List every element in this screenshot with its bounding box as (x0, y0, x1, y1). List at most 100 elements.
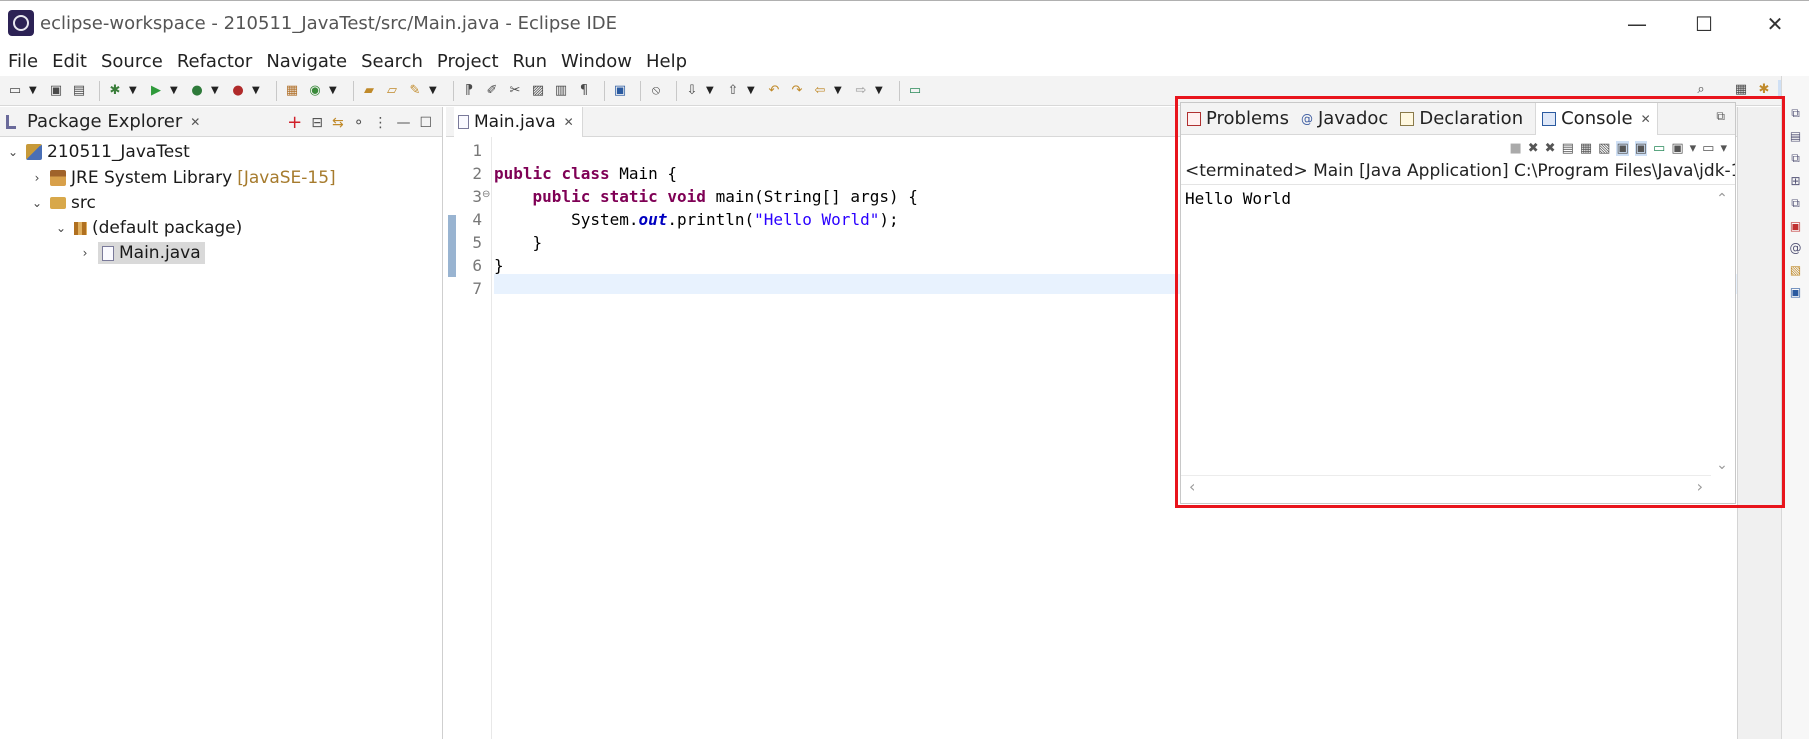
new-dropdown-icon[interactable]: ▼ (29, 85, 39, 96)
show-whitespace-icon[interactable]: ¶ (575, 82, 593, 100)
view-menu-icon[interactable]: ⋮ (373, 115, 387, 131)
external-tools-icon[interactable]: ● (229, 82, 247, 100)
save-all-icon[interactable]: ▤ (70, 82, 88, 100)
new-java-package-icon[interactable]: ▦ (283, 82, 301, 100)
search-icon[interactable]: ⌕ (1692, 80, 1710, 98)
hierarchy-icon[interactable]: ⊞ (1790, 174, 1800, 188)
scroll-lock-icon[interactable]: ▦ (1580, 141, 1592, 156)
pin-editor-icon[interactable]: ▭ (906, 82, 924, 100)
close-icon[interactable]: ✕ (1641, 112, 1651, 126)
menu-run[interactable]: Run (513, 51, 548, 72)
coverage-icon[interactable]: ● (188, 82, 206, 100)
pin-console-icon[interactable]: ▭ (1653, 141, 1665, 156)
chevron-down-icon[interactable]: ⌄ (6, 145, 20, 159)
collapse-all-icon[interactable]: ⊟ (311, 115, 323, 131)
chevron-down-icon[interactable]: ⌄ (30, 196, 44, 210)
tree-item-project[interactable]: ⌄ 210511_JavaTest (6, 140, 190, 164)
open-perspective-icon[interactable]: ▦ (1732, 80, 1750, 98)
tree-item-main-java[interactable]: › Main.java (78, 241, 205, 265)
menu-refactor[interactable]: Refactor (177, 51, 253, 72)
outline-icon[interactable]: ▤ (1790, 129, 1801, 143)
clear-console-icon[interactable]: ▤ (1562, 141, 1574, 156)
menu-project[interactable]: Project (437, 51, 499, 72)
code-line-4[interactable]: System.out.println("Hello World"); (494, 210, 899, 230)
prev-annotation-icon[interactable]: ⇧ (724, 82, 742, 100)
menu-navigate[interactable]: Navigate (266, 51, 347, 72)
last-edit-icon[interactable]: ↶ (765, 82, 783, 100)
coverage-dropdown-icon[interactable]: ▼ (211, 85, 221, 96)
run-dropdown-icon[interactable]: ▼ (170, 85, 180, 96)
chevron-right-icon[interactable]: › (30, 171, 44, 185)
menu-help[interactable]: Help (646, 51, 687, 72)
editor-tab-main-java[interactable]: Main.java ✕ (454, 106, 583, 137)
prev-annotation-dropdown-icon[interactable]: ▼ (747, 85, 757, 96)
skip-breakpoints-icon[interactable]: ⦸ (647, 82, 665, 100)
tab-javadoc[interactable]: @ Javadoc (1301, 103, 1388, 135)
selected-file[interactable]: Main.java (98, 242, 205, 264)
task-dropdown-icon[interactable]: ▼ (429, 85, 439, 96)
show-on-stderr-icon[interactable]: ▣ (1634, 140, 1648, 156)
edit-icon[interactable]: ✐ (483, 82, 501, 100)
fold-icon[interactable]: ⊖ (482, 189, 490, 200)
maximize-button[interactable]: ☐ (1684, 9, 1724, 39)
forward-dropdown-icon[interactable]: ▼ (875, 85, 885, 96)
debug-dropdown-icon[interactable]: ▼ (129, 85, 139, 96)
presentation-icon[interactable]: ▣ (611, 82, 629, 100)
tab-console[interactable]: Console ✕ (1535, 102, 1658, 135)
remove-all-icon[interactable]: ✖ (1545, 141, 1556, 156)
terminate-icon[interactable]: ■ (1509, 141, 1521, 156)
remove-launch-icon[interactable]: ✖ (1528, 141, 1539, 156)
back-dropdown-icon[interactable]: ▼ (834, 85, 844, 96)
chevron-down-icon[interactable]: ⌄ (54, 221, 68, 235)
menu-edit[interactable]: Edit (52, 51, 87, 72)
display-console-icon[interactable]: ▣ (1671, 141, 1683, 156)
brush-icon[interactable]: ✂ (506, 82, 524, 100)
code-line-6[interactable]: } (494, 256, 504, 276)
horizontal-scrollbar[interactable]: ‹ › (1181, 475, 1711, 497)
menu-source[interactable]: Source (101, 51, 163, 72)
new-java-class-icon[interactable]: ◉ (306, 82, 324, 100)
filter-icon[interactable]: ⚬ (353, 115, 365, 131)
close-icon[interactable]: ✕ (190, 115, 200, 129)
package-explorer-tab[interactable]: Package Explorer ✕ + ⊟ ⇆ ⚬ ⋮ — ☐ (0, 107, 442, 137)
new-class-dropdown-icon[interactable]: ▼ (329, 85, 339, 96)
run-icon[interactable]: ▶ (147, 82, 165, 100)
show-on-stdout-icon[interactable]: ▣ (1616, 140, 1629, 156)
chevron-down-icon[interactable]: ▾ (1690, 141, 1697, 156)
chevron-left-icon[interactable]: ‹ (1189, 477, 1195, 496)
next-edit-icon[interactable]: ↷ (788, 82, 806, 100)
chevron-up-icon[interactable]: ⌃ (1716, 191, 1728, 207)
close-icon[interactable]: ✕ (564, 115, 574, 129)
close-button[interactable]: ✕ (1755, 9, 1795, 39)
declaration-icon[interactable]: ▧ (1790, 263, 1801, 277)
debug-perspective-icon[interactable]: ✱ (1755, 80, 1773, 98)
open-type-icon[interactable]: ▰ (360, 82, 378, 100)
link-with-editor-icon[interactable]: ⇆ (332, 115, 344, 131)
back-icon[interactable]: ⇦ (811, 82, 829, 100)
tab-declaration[interactable]: Declaration (1400, 103, 1523, 135)
chevron-right-icon[interactable]: › (1697, 477, 1703, 496)
maximize-icon[interactable]: ☐ (419, 115, 432, 131)
chevron-down-icon[interactable]: ▾ (1720, 141, 1727, 156)
word-wrap-icon[interactable]: ▧ (1598, 141, 1610, 156)
problems-icon[interactable]: ▣ (1790, 219, 1801, 233)
code-line-5[interactable]: } (494, 233, 543, 253)
code-line-2[interactable]: public class Main { (494, 164, 677, 184)
minimize-icon[interactable]: — (396, 115, 410, 131)
forward-icon[interactable]: ⇨ (852, 82, 870, 100)
restore-icon[interactable]: ⧉ (1791, 106, 1800, 121)
tab-problems[interactable]: Problems (1187, 103, 1289, 135)
code-line-3[interactable]: public static void main(String[] args) { (494, 187, 918, 207)
chevron-down-icon[interactable]: ⌄ (1716, 457, 1728, 473)
word-wrap-icon[interactable]: ▥ (552, 82, 570, 100)
restore-icon[interactable]: ⧉ (1791, 196, 1800, 211)
restore-icon[interactable]: ⧉ (1791, 151, 1800, 166)
chevron-right-icon[interactable]: › (78, 246, 92, 260)
javadoc-icon[interactable]: @ (1790, 241, 1802, 255)
tree-item-package[interactable]: ⌄ (default package) (54, 216, 242, 240)
console-icon[interactable]: ▣ (1790, 285, 1801, 299)
open-task-icon[interactable]: ✎ (406, 82, 424, 100)
open-folder-icon[interactable]: ▱ (383, 82, 401, 100)
external-tools-dropdown-icon[interactable]: ▼ (252, 85, 262, 96)
open-console-icon[interactable]: ▭ (1702, 141, 1714, 156)
